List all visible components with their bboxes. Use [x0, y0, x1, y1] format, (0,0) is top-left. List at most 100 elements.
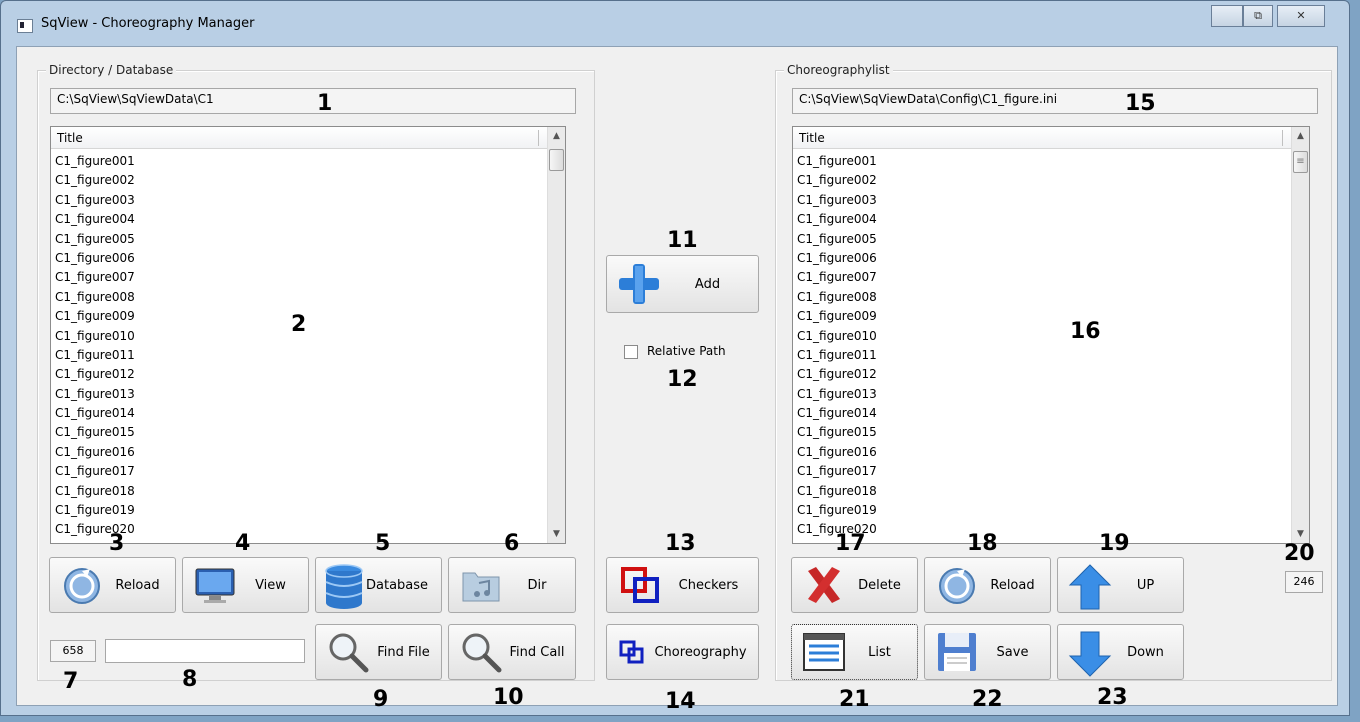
maximize-button[interactable]: ⧉: [1243, 5, 1273, 27]
list-icon: [802, 630, 846, 674]
directory-list-header[interactable]: Title: [51, 127, 565, 149]
choreography-list-header[interactable]: Title: [793, 127, 1309, 149]
list-item[interactable]: C1_figure004: [797, 210, 1309, 229]
search-input[interactable]: [105, 639, 305, 663]
list-item[interactable]: C1_figure017: [55, 462, 565, 481]
choreography-button[interactable]: Choreography: [606, 624, 759, 680]
callout-21: 21: [839, 687, 870, 712]
list-item[interactable]: C1_figure003: [797, 191, 1309, 210]
scroll-up-icon[interactable]: ▲: [1292, 127, 1309, 145]
directory-list-scrollbar[interactable]: ▲ ▼: [547, 127, 565, 543]
view-button[interactable]: View: [182, 557, 309, 613]
list-item[interactable]: C1_figure012: [55, 365, 565, 384]
app-icon: [17, 19, 33, 33]
magnifier-icon: [326, 630, 370, 674]
callout-19: 19: [1099, 531, 1130, 556]
directory-list[interactable]: Title C1_figure001 C1_figure002 C1_figure0…: [50, 126, 566, 544]
move-up-button[interactable]: UP: [1057, 557, 1184, 613]
title-bar[interactable]: SqView - Choreography Manager ⧉ ✕: [1, 1, 1349, 47]
list-item[interactable]: C1_figure017: [797, 462, 1309, 481]
directory-path-field[interactable]: C:\SqView\SqViewData\C1: [50, 88, 576, 114]
list-item[interactable]: C1_figure003: [55, 191, 565, 210]
callout-1: 1: [317, 91, 333, 116]
choreography-icon: [617, 630, 647, 674]
database-count: 658: [50, 640, 96, 662]
list-item[interactable]: C1_figure009: [797, 307, 1309, 326]
callout-15: 15: [1125, 91, 1156, 116]
save-button[interactable]: Save: [924, 624, 1051, 680]
list-item[interactable]: C1_figure005: [797, 230, 1309, 249]
list-item[interactable]: C1_figure004: [55, 210, 565, 229]
list-item[interactable]: C1_figure005: [55, 230, 565, 249]
reload-list-button[interactable]: Reload: [924, 557, 1051, 613]
checkers-icon: [619, 563, 663, 607]
find-call-button[interactable]: Find Call: [448, 624, 576, 680]
callout-23: 23: [1097, 685, 1128, 710]
scroll-down-icon[interactable]: ▼: [548, 525, 565, 543]
list-item[interactable]: C1_figure013: [55, 385, 565, 404]
callout-17: 17: [835, 531, 866, 556]
list-item[interactable]: C1_figure001: [55, 152, 565, 171]
list-item[interactable]: C1_figure010: [797, 327, 1309, 346]
relative-path-checkbox[interactable]: [624, 345, 638, 359]
list-item[interactable]: C1_figure014: [797, 404, 1309, 423]
list-item[interactable]: C1_figure010: [55, 327, 565, 346]
list-item[interactable]: C1_figure018: [55, 482, 565, 501]
database-button[interactable]: Database: [315, 557, 442, 613]
choreography-path-field[interactable]: C:\SqView\SqViewData\Config\C1_figure.in…: [792, 88, 1318, 114]
delete-button[interactable]: Delete: [791, 557, 918, 613]
choreography-list-scrollbar[interactable]: ▲ ≡ ▼: [1291, 127, 1309, 543]
list-item[interactable]: C1_figure011: [55, 346, 565, 365]
list-item[interactable]: C1_figure008: [797, 288, 1309, 307]
list-item[interactable]: C1_figure002: [797, 171, 1309, 190]
list-button[interactable]: List: [791, 624, 918, 680]
list-item[interactable]: C1_figure020: [797, 520, 1309, 539]
dir-button[interactable]: Dir: [448, 557, 576, 613]
scroll-thumb[interactable]: [549, 149, 564, 171]
list-item[interactable]: C1_figure006: [55, 249, 565, 268]
arrow-up-icon: [1068, 563, 1112, 610]
list-item[interactable]: C1_figure018: [797, 482, 1309, 501]
list-item[interactable]: C1_figure013: [797, 385, 1309, 404]
list-item[interactable]: C1_figure016: [797, 443, 1309, 462]
add-button[interactable]: Add: [606, 255, 759, 313]
list-item[interactable]: C1_figure002: [55, 171, 565, 190]
window-title: SqView - Choreography Manager: [41, 16, 255, 31]
list-item[interactable]: C1_figure019: [55, 501, 565, 520]
list-item[interactable]: C1_figure006: [797, 249, 1309, 268]
find-file-button[interactable]: Find File: [315, 624, 442, 680]
choreographylist-group-label: Choreographylist: [784, 63, 893, 77]
callout-6: 6: [504, 531, 520, 556]
list-item[interactable]: C1_figure007: [55, 268, 565, 287]
list-item[interactable]: C1_figure007: [797, 268, 1309, 287]
list-item[interactable]: C1_figure009: [55, 307, 565, 326]
callout-11: 11: [667, 228, 698, 253]
delete-x-icon: [802, 563, 846, 607]
callout-3: 3: [109, 531, 125, 556]
list-item[interactable]: C1_figure008: [55, 288, 565, 307]
list-item[interactable]: C1_figure016: [55, 443, 565, 462]
plus-icon: [617, 262, 661, 306]
list-item[interactable]: C1_figure011: [797, 346, 1309, 365]
scroll-up-icon[interactable]: ▲: [548, 127, 565, 145]
checkers-button[interactable]: Checkers: [606, 557, 759, 613]
callout-5: 5: [375, 531, 391, 556]
list-item[interactable]: C1_figure020: [55, 520, 565, 539]
list-item[interactable]: C1_figure012: [797, 365, 1309, 384]
callout-22: 22: [972, 687, 1003, 712]
scroll-thumb[interactable]: ≡: [1293, 151, 1308, 173]
callout-16: 16: [1070, 319, 1101, 344]
close-button[interactable]: ✕: [1277, 5, 1325, 27]
list-item[interactable]: C1_figure014: [55, 404, 565, 423]
client-area: Directory / Database C:\SqView\SqViewDat…: [16, 46, 1338, 714]
list-item[interactable]: C1_figure001: [797, 152, 1309, 171]
list-item[interactable]: C1_figure015: [55, 423, 565, 442]
reload-button[interactable]: Reload: [49, 557, 176, 613]
move-down-button[interactable]: Down: [1057, 624, 1184, 680]
list-item[interactable]: C1_figure015: [797, 423, 1309, 442]
database-icon: [322, 563, 366, 609]
relative-path-label: Relative Path: [647, 344, 726, 358]
minimize-button[interactable]: [1211, 5, 1243, 27]
choreography-list[interactable]: Title C1_figure001 C1_figure002 C1_figure0…: [792, 126, 1310, 544]
list-item[interactable]: C1_figure019: [797, 501, 1309, 520]
